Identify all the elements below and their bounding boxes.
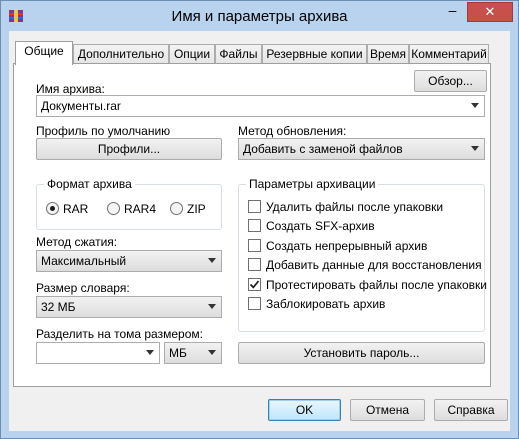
tab-files[interactable]: Файлы <box>215 44 262 64</box>
radio-dot <box>50 206 55 211</box>
split-unit-value: МБ <box>169 346 187 360</box>
chevron-down-icon <box>208 258 216 263</box>
checkbox-delete-files[interactable] <box>248 200 261 213</box>
tab-time[interactable]: Время <box>367 44 409 64</box>
checkbox-recovery-label[interactable]: Добавить данные для восстановления <box>266 258 482 272</box>
checkbox-solid[interactable] <box>248 239 261 252</box>
checkbox-delete-files-label[interactable]: Удалить файлы после упаковки <box>266 200 443 214</box>
chevron-down-icon <box>208 350 216 355</box>
checkbox-test-files-label[interactable]: Протестировать файлы после упаковки <box>266 278 487 292</box>
archive-format-group: Формат архива RAR RAR4 ZIP <box>36 177 222 230</box>
archive-name-label: Имя архива: <box>36 82 105 96</box>
checkbox-solid-label[interactable]: Создать непрерывный архив <box>266 239 427 253</box>
dictionary-select[interactable]: 32 МБ <box>36 296 222 318</box>
split-unit-select[interactable]: МБ <box>164 342 222 364</box>
help-button[interactable]: Справка <box>434 399 508 421</box>
radio-rar[interactable] <box>46 202 59 215</box>
tab-general[interactable]: Общие <box>15 41 73 65</box>
chevron-down-icon <box>471 146 479 151</box>
close-button[interactable]: ✕ <box>467 2 513 22</box>
checkbox-sfx-label[interactable]: Создать SFX-архив <box>266 219 375 233</box>
chevron-down-icon <box>146 350 154 355</box>
set-password-button[interactable]: Установить пароль... <box>238 342 485 364</box>
checkbox-recovery[interactable] <box>248 258 261 271</box>
tab-comment[interactable]: Комментарий <box>409 44 489 64</box>
checkmark-icon <box>249 280 260 289</box>
radio-zip-label[interactable]: ZIP <box>187 202 206 216</box>
dictionary-label: Размер словаря: <box>36 281 130 295</box>
checkbox-lock-label[interactable]: Заблокировать архив <box>266 297 385 311</box>
split-label: Разделить на тома размером: <box>36 327 203 341</box>
checkbox-test-files[interactable] <box>248 278 261 291</box>
dictionary-value: 32 МБ <box>41 300 76 314</box>
radio-rar4[interactable] <box>107 202 120 215</box>
archive-name-value: Документы.rar <box>41 99 121 113</box>
compression-select[interactable]: Максимальный <box>36 250 222 272</box>
radio-rar4-label[interactable]: RAR4 <box>124 202 156 216</box>
tab-options[interactable]: Опции <box>169 44 215 64</box>
update-method-value: Добавить с заменой файлов <box>243 142 403 156</box>
compression-value: Максимальный <box>41 254 127 268</box>
general-tab-panel: Имя архива: Обзор... Документы.rar Профи… <box>13 63 491 387</box>
update-method-label: Метод обновления: <box>238 124 347 138</box>
compression-label: Метод сжатия: <box>36 235 118 249</box>
tab-backup[interactable]: Резервные копии <box>262 44 367 64</box>
title-bar[interactable]: Имя и параметры архива – ✕ <box>1 1 518 31</box>
profiles-button[interactable]: Профили... <box>36 138 222 160</box>
minimize-button[interactable]: – <box>439 2 466 22</box>
chevron-down-icon <box>208 304 216 309</box>
update-method-select[interactable]: Добавить с заменой файлов <box>238 138 485 160</box>
archiving-options-title: Параметры архивации <box>246 177 379 191</box>
browse-button[interactable]: Обзор... <box>414 70 487 92</box>
radio-zip[interactable] <box>170 202 183 215</box>
archive-name-input[interactable]: Документы.rar <box>36 95 485 117</box>
ok-button[interactable]: OK <box>268 399 341 421</box>
split-size-input[interactable] <box>36 342 160 364</box>
checkbox-sfx[interactable] <box>248 219 261 232</box>
checkbox-lock[interactable] <box>248 297 261 310</box>
archive-format-title: Формат архива <box>44 177 135 191</box>
cancel-button[interactable]: Отмена <box>350 399 425 421</box>
profile-label: Профиль по умолчанию <box>36 124 171 138</box>
dialog-body: Общие Дополнительно Опции Файлы Резервны… <box>9 31 510 431</box>
archiving-options-group: Параметры архивации Удалить файлы после … <box>238 177 487 332</box>
tab-advanced[interactable]: Дополнительно <box>73 44 169 64</box>
archive-dialog-window: Имя и параметры архива – ✕ Общие Дополни… <box>0 0 519 439</box>
chevron-down-icon <box>471 103 479 108</box>
radio-rar-label[interactable]: RAR <box>63 202 88 216</box>
